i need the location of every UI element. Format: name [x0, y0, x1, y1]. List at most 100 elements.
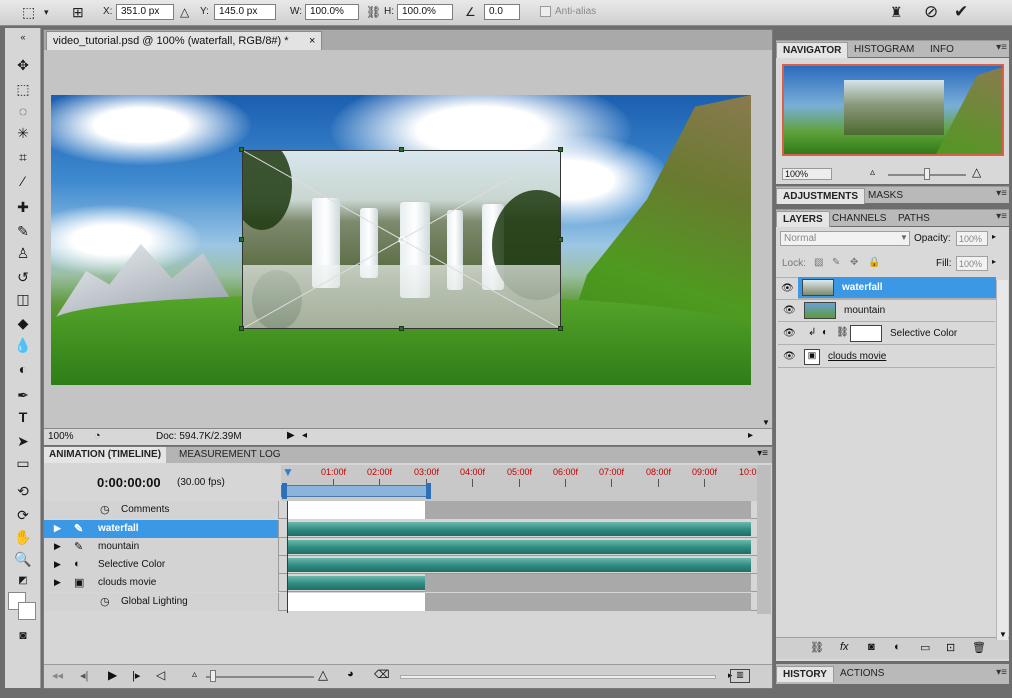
layer-duration-bar[interactable] — [287, 558, 751, 572]
tab-masks[interactable]: MASKS — [862, 188, 909, 204]
panel-menu-icon[interactable]: ▾≡ — [757, 448, 768, 459]
zoom-level[interactable]: 100% — [48, 431, 74, 442]
panel-menu-icon[interactable]: ▾≡ — [996, 211, 1007, 222]
layer-row[interactable]: 👁 ▣ clouds movie — [778, 346, 995, 368]
layer-row[interactable]: 👁 ↲ ◐ ⛓ Selective Color — [778, 323, 995, 345]
lock-image-icon[interactable]: ✎ — [832, 257, 840, 268]
layer-duration-bar[interactable] — [287, 522, 751, 536]
zoom-in-icon[interactable]: △ — [318, 667, 328, 683]
dodge-tool-icon[interactable]: ◐ — [13, 360, 33, 378]
status-arrow-icon[interactable]: ▶ — [287, 430, 295, 441]
track-row[interactable]: ▶ ▣ clouds movie — [44, 574, 757, 592]
document-tab[interactable]: video_tutorial.psd @ 100% (waterfall, RG… — [46, 31, 322, 50]
blend-mode-select[interactable]: Normal — [780, 231, 910, 246]
layer-name[interactable]: waterfall — [842, 282, 883, 293]
zoom-slider[interactable] — [206, 676, 314, 678]
zoom-slider-thumb[interactable] — [210, 670, 216, 682]
timeline-scrollbar[interactable] — [757, 465, 771, 614]
hand-tool-icon[interactable]: ✋ — [13, 528, 33, 546]
relative-position-icon[interactable]: △ — [180, 3, 189, 21]
work-area-end-handle[interactable] — [426, 483, 431, 499]
layer-name[interactable]: clouds movie — [828, 351, 886, 362]
blur-tool-icon[interactable]: 💧 — [13, 336, 33, 354]
crop-tool-icon[interactable]: ⌗ — [13, 148, 33, 166]
healing-brush-tool-icon[interactable]: ✚ — [13, 198, 33, 216]
zoom-tool-icon[interactable]: 🔍 — [13, 550, 33, 568]
marquee-tool-icon[interactable]: ⬚ — [13, 80, 33, 98]
paint-bucket-tool-icon[interactable]: ◆ — [13, 314, 33, 332]
lock-position-icon[interactable]: ✥ — [850, 257, 858, 268]
clone-stamp-tool-icon[interactable]: ♙ — [13, 244, 33, 262]
image-canvas[interactable] — [51, 95, 751, 385]
first-frame-icon[interactable]: ◂◂ — [52, 669, 63, 682]
transform-handle[interactable] — [558, 326, 563, 331]
onion-skin-icon[interactable]: ◕ — [347, 668, 354, 680]
opacity-field[interactable]: 100% — [956, 231, 988, 246]
scroll-right-icon[interactable]: ▸ — [748, 430, 753, 441]
y-field[interactable]: 145.0 px — [214, 4, 276, 20]
transform-handle[interactable] — [558, 237, 563, 242]
scroll-left-icon[interactable]: ◂ — [302, 430, 307, 441]
type-tool-icon[interactable]: T — [13, 408, 33, 426]
layer-duration-bar[interactable] — [287, 540, 751, 554]
track-row[interactable]: ▶ ✎ waterfall — [44, 520, 757, 538]
layer-duration-bar[interactable] — [287, 576, 425, 590]
transform-handle[interactable] — [399, 147, 404, 152]
panel-menu-icon[interactable]: ▾≡ — [996, 42, 1007, 53]
zoom-out-icon[interactable]: ▵ — [192, 669, 197, 680]
layer-mask-icon[interactable]: ◙ — [868, 641, 875, 653]
work-area-start-handle[interactable] — [282, 483, 287, 499]
previous-frame-icon[interactable]: ◂| — [80, 669, 88, 682]
tab-paths[interactable]: PATHS — [892, 211, 936, 227]
tab-actions[interactable]: ACTIONS — [834, 666, 890, 682]
transform-handle[interactable] — [558, 147, 563, 152]
expand-triangle-icon[interactable]: ▶ — [54, 523, 61, 534]
width-field[interactable]: 100.0% — [305, 4, 359, 20]
history-brush-tool-icon[interactable]: ↺ — [13, 268, 33, 286]
quick-select-tool-icon[interactable]: ✳ — [13, 124, 33, 142]
stopwatch-icon[interactable]: ◷ — [100, 595, 110, 608]
reference-point-icon[interactable]: ⊞ — [72, 3, 84, 21]
layer-row-selected[interactable]: waterfall — [798, 277, 996, 299]
navigator-zoom-out-icon[interactable]: ▵ — [870, 167, 875, 178]
lock-all-icon[interactable]: 🔒 — [868, 257, 880, 268]
transform-handle[interactable] — [239, 147, 244, 152]
3d-orbit-tool-icon[interactable]: ⟳ — [13, 506, 33, 524]
new-layer-icon[interactable]: ⊡ — [946, 641, 955, 654]
track-area[interactable] — [287, 593, 425, 611]
layer-name[interactable]: Selective Color — [890, 328, 957, 339]
navigator-thumbnail[interactable] — [782, 64, 1004, 156]
stopwatch-icon[interactable]: ◷ — [100, 503, 110, 516]
link-layers-icon[interactable]: ⛓ — [810, 641, 824, 654]
eye-icon[interactable]: 👁 — [783, 305, 796, 316]
eye-icon[interactable]: 👁 — [781, 283, 794, 294]
move-tool-icon[interactable]: ✥ — [13, 56, 33, 74]
dropdown-arrow-icon[interactable]: ▾ — [44, 3, 49, 21]
scroll-down-icon[interactable]: ▼ — [762, 418, 770, 427]
lock-transparent-icon[interactable]: ▨ — [814, 257, 823, 268]
eraser-tool-icon[interactable]: ◫ — [13, 290, 33, 308]
current-time[interactable]: 0:00:00:00 — [97, 475, 161, 490]
tab-history[interactable]: HISTORY — [776, 666, 834, 682]
link-icon[interactable]: ⛓ — [366, 3, 381, 21]
work-area-bar[interactable] — [281, 485, 431, 497]
transform-tool-icon[interactable]: ⬚ — [22, 3, 35, 21]
path-select-tool-icon[interactable]: ➤ — [13, 432, 33, 450]
tab-animation-timeline[interactable]: ANIMATION (TIMELINE) — [44, 447, 167, 463]
tab-adjustments[interactable]: ADJUSTMENTS — [776, 188, 866, 204]
quick-mask-icon[interactable]: ◙ — [13, 626, 33, 644]
track-row[interactable]: ▶ ✎ mountain — [44, 538, 757, 556]
tab-layers[interactable]: LAYERS — [776, 211, 830, 227]
vertical-scrollbar[interactable]: ▼ — [760, 50, 772, 428]
panel-menu-icon[interactable]: ▾≡ — [996, 667, 1007, 678]
time-ruler[interactable]: 01:00f 02:00f 03:00f 04:00f 05:00f 06:00… — [281, 465, 757, 501]
free-transform-box[interactable] — [241, 149, 562, 330]
playhead-icon[interactable]: ▼ — [282, 465, 294, 479]
shape-tool-icon[interactable]: ▭ — [13, 454, 33, 472]
track-row[interactable]: ◷ Global Lighting — [44, 593, 757, 611]
fill-arrow-icon[interactable]: ▸ — [992, 257, 996, 266]
layer-style-icon[interactable]: fx — [840, 641, 849, 653]
antialias-checkbox[interactable] — [540, 6, 551, 17]
tab-navigator[interactable]: NAVIGATOR — [776, 42, 849, 58]
layer-name[interactable]: mountain — [844, 305, 885, 316]
